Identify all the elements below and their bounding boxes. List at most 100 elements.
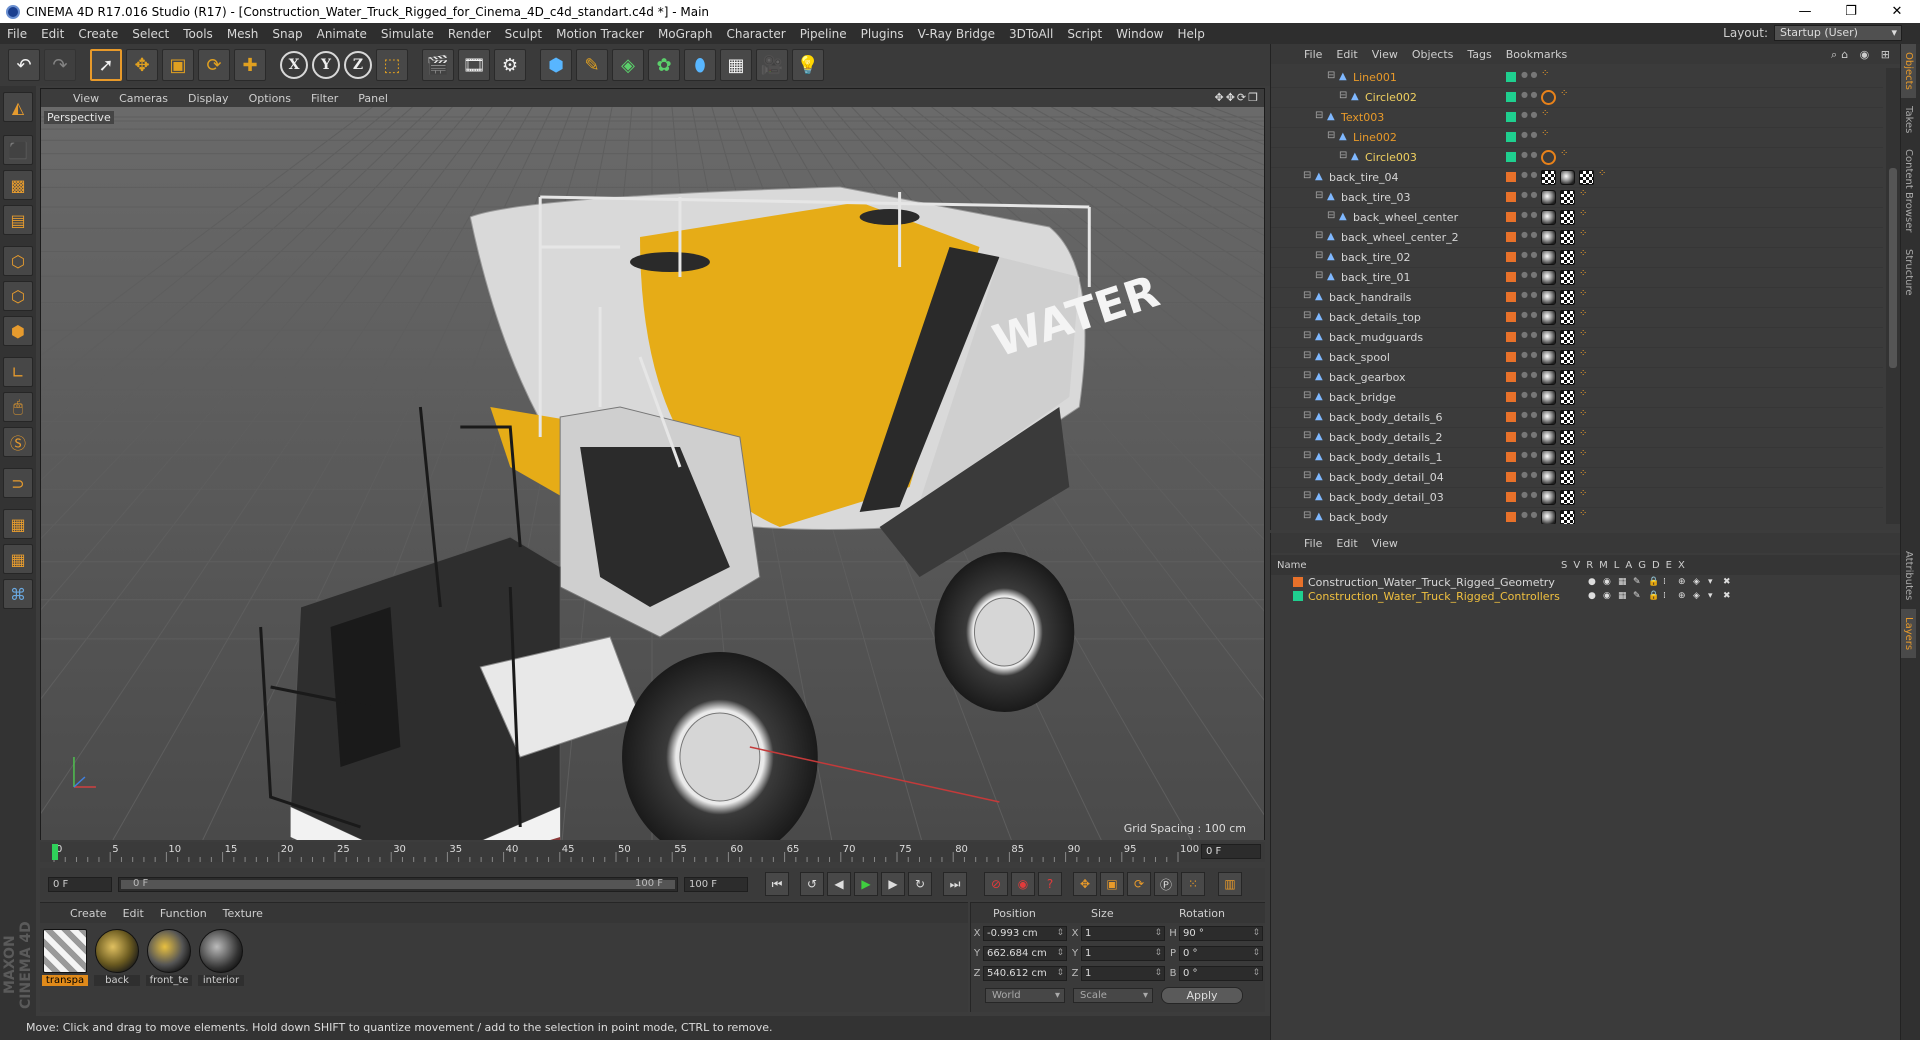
layer-toggle-icon[interactable]: 🔒: [1648, 591, 1659, 601]
viewport-scene[interactable]: WATER: [41, 107, 1264, 840]
tree-expander-icon[interactable]: ⊟: [1303, 450, 1311, 461]
constraint-tag-icon[interactable]: ⁘: [1579, 249, 1594, 265]
visibility-dots[interactable]: ● ●: [1521, 331, 1538, 345]
constraint-tag-icon[interactable]: ⁘: [1579, 189, 1594, 205]
material-tag-icon[interactable]: [1541, 510, 1556, 524]
layer-menu-item-0[interactable]: File: [1297, 537, 1329, 550]
object-row[interactable]: ⊟ ▲ back_wheel_center_2 ● ● ⁘: [1271, 228, 1883, 248]
visibility-dots[interactable]: ● ●: [1521, 251, 1538, 265]
z-axis-lock-button[interactable]: Z: [344, 51, 372, 79]
object-menu-item-1[interactable]: Edit: [1329, 48, 1364, 61]
object-row[interactable]: ⊟ ▲ back_body_details_2 ● ● ⁘: [1271, 428, 1883, 448]
visibility-dots[interactable]: ● ●: [1521, 131, 1538, 145]
visibility-dots[interactable]: ● ●: [1521, 271, 1538, 285]
python-icon[interactable]: ⌘: [3, 579, 33, 609]
rotation-field[interactable]: 0 °: [1179, 946, 1263, 961]
object-name[interactable]: back_wheel_center: [1353, 211, 1458, 224]
visibility-dots[interactable]: ● ●: [1521, 311, 1538, 325]
menu-item-13[interactable]: Character: [719, 27, 792, 41]
material-swatch[interactable]: transpa: [42, 929, 88, 986]
object-row[interactable]: ⊟ ▲ back_tire_01 ● ● ⁘: [1271, 268, 1883, 288]
side-tab[interactable]: Structure: [1901, 241, 1916, 304]
layer-row[interactable]: Construction_Water_Truck_Rigged_Geometry…: [1271, 575, 1900, 589]
texture-tag-icon[interactable]: [1560, 470, 1575, 485]
object-row[interactable]: ⊟ ▲ back_tire_03 ● ● ⁘: [1271, 188, 1883, 208]
texture-tag-icon[interactable]: [1560, 290, 1575, 305]
viewport-menu-item-3[interactable]: Options: [239, 92, 301, 105]
tree-expander-icon[interactable]: ⊟: [1339, 150, 1347, 161]
visibility-dots[interactable]: ● ●: [1521, 71, 1538, 85]
texture-mode-button[interactable]: ▩: [3, 170, 33, 200]
tree-expander-icon[interactable]: ⊟: [1315, 270, 1323, 281]
material-tag-icon[interactable]: [1541, 310, 1556, 325]
object-menu-item-5[interactable]: Bookmarks: [1499, 48, 1574, 61]
material-tag-icon[interactable]: [1541, 470, 1556, 485]
object-name[interactable]: Line001: [1353, 71, 1397, 84]
rotate-tool-button[interactable]: ⟳: [198, 49, 230, 81]
tweak-mode-button[interactable]: 🖱: [3, 392, 33, 422]
material-tag-icon[interactable]: [1541, 430, 1556, 445]
layer-color-tag[interactable]: [1506, 152, 1516, 162]
texture-tag-icon[interactable]: [1560, 250, 1575, 265]
texture-tag-icon[interactable]: [1560, 450, 1575, 465]
layer-color-tag[interactable]: [1506, 292, 1516, 302]
layer-menu-item-1[interactable]: Edit: [1329, 537, 1364, 550]
material-label[interactable]: transpa: [42, 975, 88, 986]
layer-toggle-icon[interactable]: ▦: [1618, 577, 1627, 587]
object-name[interactable]: back_tire_01: [1341, 271, 1411, 284]
material-swatch[interactable]: back: [94, 929, 140, 986]
visibility-dots[interactable]: ● ●: [1521, 431, 1538, 445]
make-editable-button[interactable]: ◭: [3, 92, 33, 122]
layer-toggle-icon[interactable]: ◈: [1693, 577, 1702, 587]
layer-color-tag[interactable]: [1506, 92, 1516, 102]
next-frame-button[interactable]: ▶: [881, 872, 905, 896]
layout-dropdown[interactable]: Startup (User): [1774, 25, 1902, 41]
layer-toggle-icon[interactable]: ⁞: [1663, 591, 1672, 601]
visibility-dots[interactable]: ● ●: [1521, 231, 1538, 245]
constraint-tag-icon[interactable]: ⁘: [1541, 109, 1556, 125]
material-swatch[interactable]: interior: [198, 929, 244, 986]
constraint-tag-icon[interactable]: ⁘: [1598, 169, 1613, 185]
menu-item-9[interactable]: Render: [441, 27, 498, 41]
menu-item-7[interactable]: Animate: [310, 27, 374, 41]
goto-start-button[interactable]: ⏮: [765, 872, 789, 896]
layer-color-swatch[interactable]: [1293, 577, 1303, 587]
object-row[interactable]: ⊟ ▲ back_tire_02 ● ● ⁘: [1271, 248, 1883, 268]
side-tab[interactable]: Layers: [1901, 608, 1916, 658]
layer-name[interactable]: Construction_Water_Truck_Rigged_Geometry: [1308, 576, 1568, 589]
object-row[interactable]: ⊟ ▲ back_body_detail_03 ● ● ⁘: [1271, 488, 1883, 508]
material-swatch[interactable]: front_te: [146, 929, 192, 986]
object-menu-item-0[interactable]: File: [1297, 48, 1329, 61]
texture-tag-icon[interactable]: [1560, 430, 1575, 445]
visibility-dots[interactable]: ● ●: [1521, 351, 1538, 365]
tree-expander-icon[interactable]: ⊟: [1315, 110, 1323, 121]
layer-toggle-icon[interactable]: ◉: [1603, 577, 1612, 587]
snap-button[interactable]: Ⓢ: [3, 427, 33, 457]
texture-tag-icon[interactable]: [1560, 370, 1575, 385]
tree-expander-icon[interactable]: ⊟: [1303, 510, 1311, 521]
object-row[interactable]: ⊟ ▲ Circle002 ● ● ⁘: [1271, 88, 1883, 108]
object-name[interactable]: back_tire_03: [1341, 191, 1411, 204]
layer-name[interactable]: Construction_Water_Truck_Rigged_Controll…: [1308, 590, 1568, 603]
coord-mode-dropdown[interactable]: World: [985, 988, 1065, 1003]
timeline-ruler[interactable]: 0 5 10 15 20 25 30 35 40 45 50 55 60 65 70 75 80 85 90 95 10…: [40, 842, 1265, 862]
material-tag-icon[interactable]: [1541, 270, 1556, 285]
visibility-dots[interactable]: ● ●: [1521, 151, 1538, 165]
visibility-dots[interactable]: ● ●: [1521, 471, 1538, 485]
keyframe-selection-button[interactable]: ?: [1038, 872, 1062, 896]
layer-color-tag[interactable]: [1506, 352, 1516, 362]
material-tag-icon[interactable]: [1541, 490, 1556, 505]
axis-mode-button[interactable]: ∟: [3, 357, 33, 387]
object-name[interactable]: back_wheel_center_2: [1341, 231, 1459, 244]
object-name[interactable]: back_body_details_2: [1329, 431, 1443, 444]
uvw-tag-icon[interactable]: [1541, 170, 1556, 185]
material-tag-icon[interactable]: [1541, 290, 1556, 305]
undo-button[interactable]: ↶: [8, 49, 40, 81]
texture-tag-icon[interactable]: [1560, 210, 1575, 225]
tree-expander-icon[interactable]: ⊟: [1303, 310, 1311, 321]
layer-color-tag[interactable]: [1506, 232, 1516, 242]
tree-expander-icon[interactable]: ⊟: [1339, 90, 1347, 101]
key-parameter-button[interactable]: Ⓟ: [1154, 872, 1178, 896]
layer-color-tag[interactable]: [1506, 72, 1516, 82]
camera-label[interactable]: Perspective: [44, 111, 114, 124]
